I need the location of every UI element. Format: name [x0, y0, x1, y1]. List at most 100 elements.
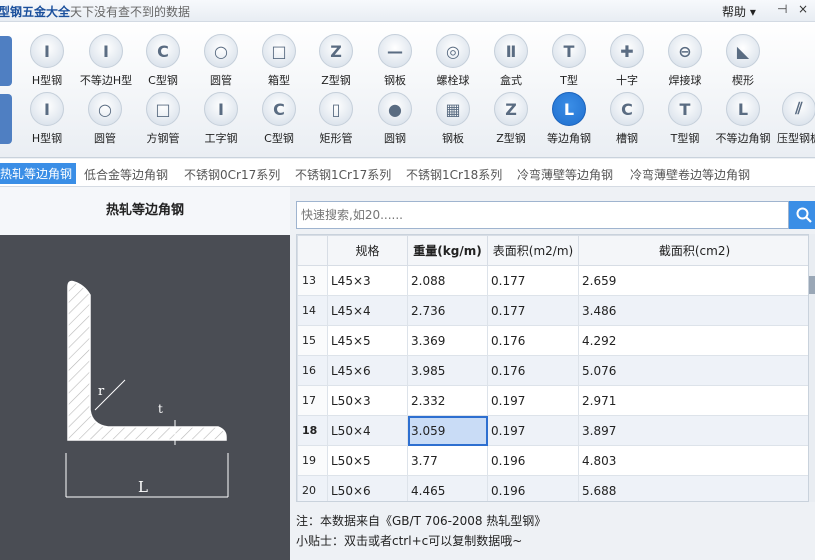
column-header-weight[interactable]: 重量(kg/m)	[407, 235, 488, 266]
cell-spec[interactable]: L50×4	[327, 415, 408, 446]
category-icon: I	[89, 34, 123, 68]
column-header-area[interactable]: 截面积(cm2)	[578, 235, 808, 266]
category-label: 矩形管	[319, 132, 353, 145]
category-1-11[interactable]: ⊖ 焊接球	[656, 34, 714, 88]
category-2-9[interactable]: L 等边角钢	[540, 92, 598, 146]
category-icon: C	[262, 92, 296, 126]
category-1-9[interactable]: T T型	[540, 34, 598, 88]
cell-spec[interactable]: L45×6	[327, 355, 408, 386]
category-2-5[interactable]: ▯ 矩形管	[307, 92, 365, 146]
category-2-3[interactable]: I 工字钢	[192, 92, 250, 146]
category-2-7[interactable]: ▦ 钢板	[424, 92, 482, 146]
cell-area[interactable]: 4.292	[578, 325, 808, 356]
sub-tab-6[interactable]: 冷弯薄壁卷边等边角钢	[630, 166, 750, 183]
column-header-surface[interactable]: 表面积(m2/m)	[487, 235, 579, 266]
category-1-10[interactable]: ✚ 十字	[598, 34, 656, 88]
category-2-12[interactable]: L 不等边角钢	[714, 92, 772, 146]
sub-tab-1[interactable]: 低合金等边角钢	[84, 166, 168, 183]
category-2-11[interactable]: T T型钢	[656, 92, 714, 146]
side-tab-profiles[interactable]	[0, 36, 12, 86]
category-1-0[interactable]: I H型钢	[18, 34, 76, 88]
cell-area[interactable]: 2.971	[578, 385, 808, 416]
category-2-4[interactable]: C C型钢	[250, 92, 308, 146]
row-number: 13	[297, 265, 328, 296]
cell-weight[interactable]: 3.77	[407, 445, 488, 476]
column-header-spec[interactable]: 规格	[327, 235, 408, 266]
table-row[interactable]: 14 L45×4 2.736 0.177 3.486	[297, 295, 808, 326]
cell-area[interactable]: 5.076	[578, 355, 808, 386]
cell-area[interactable]: 3.486	[578, 295, 808, 326]
close-icon[interactable]: ×	[798, 2, 808, 16]
cell-surface[interactable]: 0.176	[487, 325, 579, 356]
cell-spec[interactable]: L50×3	[327, 385, 408, 416]
category-label: 箱型	[268, 74, 290, 87]
table-row[interactable]: 15 L45×5 3.369 0.176 4.292	[297, 325, 808, 356]
cell-spec[interactable]: L50×6	[327, 475, 408, 501]
cell-weight[interactable]: 2.332	[407, 385, 488, 416]
table-row[interactable]: 13 L45×3 2.088 0.177 2.659	[297, 265, 808, 296]
search-input[interactable]	[296, 201, 789, 229]
category-2-2[interactable]: □ 方钢管	[134, 92, 192, 146]
category-1-8[interactable]: Ⅱ 盒式	[482, 34, 540, 88]
help-menu[interactable]: 帮助 ▾	[722, 3, 756, 20]
side-tab-pipes[interactable]	[0, 94, 12, 144]
category-2-6[interactable]: ● 圆钢	[366, 92, 424, 146]
sub-tab-2[interactable]: 不锈钢0Cr17系列	[184, 166, 280, 183]
category-label: Z型钢	[496, 132, 526, 145]
table-row[interactable]: 19 L50×5 3.77 0.196 4.803	[297, 445, 808, 476]
category-1-1[interactable]: I 不等边H型	[77, 34, 135, 88]
table-row[interactable]: 16 L45×6 3.985 0.176 5.076	[297, 355, 808, 386]
table-scrollbar-thumb[interactable]	[809, 276, 815, 294]
category-1-3[interactable]: ○ 圆管	[192, 34, 250, 88]
category-label: C型钢	[148, 74, 178, 87]
cell-surface[interactable]: 0.196	[487, 445, 579, 476]
cell-weight[interactable]: 2.736	[407, 295, 488, 326]
sub-tab-5[interactable]: 冷弯薄壁等边角钢	[517, 166, 613, 183]
cell-area[interactable]: 4.803	[578, 445, 808, 476]
category-icon: ✚	[610, 34, 644, 68]
table-row[interactable]: 18 L50×4 3.059 0.197 3.897	[297, 415, 808, 446]
cell-spec[interactable]: L45×3	[327, 265, 408, 296]
cell-area[interactable]: 2.659	[578, 265, 808, 296]
table-row[interactable]: 17 L50×3 2.332 0.197 2.971	[297, 385, 808, 416]
row-number: 19	[297, 445, 328, 476]
search-button[interactable]	[789, 201, 815, 229]
table-row[interactable]: 20 L50×6 4.465 0.196 5.688	[297, 475, 808, 501]
category-2-8[interactable]: Z Z型钢	[482, 92, 540, 146]
cell-area[interactable]: 5.688	[578, 475, 808, 501]
cell-surface[interactable]: 0.177	[487, 265, 579, 296]
table-scrollbar[interactable]	[809, 234, 815, 502]
category-icon: L	[552, 92, 586, 126]
cell-surface[interactable]: 0.197	[487, 385, 579, 416]
cell-weight[interactable]: 3.369	[407, 325, 488, 356]
pin-icon[interactable]: ⊣	[777, 2, 787, 16]
category-1-2[interactable]: C C型钢	[134, 34, 192, 88]
category-2-13[interactable]: ⫽ 压型钢板	[770, 92, 815, 146]
category-1-4[interactable]: □ 箱型	[250, 34, 308, 88]
section-title: 热轧等边角钢	[0, 187, 290, 235]
sub-tab-0[interactable]: 热轧等边角钢	[0, 163, 77, 184]
cell-spec[interactable]: L50×5	[327, 445, 408, 476]
category-1-7[interactable]: ◎ 螺栓球	[424, 34, 482, 88]
cell-spec[interactable]: L45×4	[327, 295, 408, 326]
category-1-6[interactable]: — 钢板	[366, 34, 424, 88]
cell-weight[interactable]: 2.088	[407, 265, 488, 296]
category-1-12[interactable]: ◣ 楔形	[714, 34, 772, 88]
category-2-0[interactable]: I H型钢	[18, 92, 76, 146]
category-1-5[interactable]: Z Z型钢	[307, 34, 365, 88]
cell-weight[interactable]: 4.465	[407, 475, 488, 501]
category-2-1[interactable]: ○ 圆管	[76, 92, 134, 146]
cell-area[interactable]: 3.897	[578, 415, 808, 446]
category-icon: —	[378, 34, 412, 68]
cell-weight[interactable]: 3.985	[407, 355, 488, 386]
sub-tab-4[interactable]: 不锈钢1Cr18系列	[406, 166, 502, 183]
cell-weight[interactable]: 3.059	[407, 415, 488, 446]
angle-section-shape	[67, 280, 227, 441]
sub-tab-3[interactable]: 不锈钢1Cr17系列	[295, 166, 391, 183]
cell-surface[interactable]: 0.176	[487, 355, 579, 386]
cell-spec[interactable]: L45×5	[327, 325, 408, 356]
cell-surface[interactable]: 0.177	[487, 295, 579, 326]
cell-surface[interactable]: 0.196	[487, 475, 579, 501]
category-2-10[interactable]: C 槽钢	[598, 92, 656, 146]
cell-surface[interactable]: 0.197	[487, 415, 579, 446]
